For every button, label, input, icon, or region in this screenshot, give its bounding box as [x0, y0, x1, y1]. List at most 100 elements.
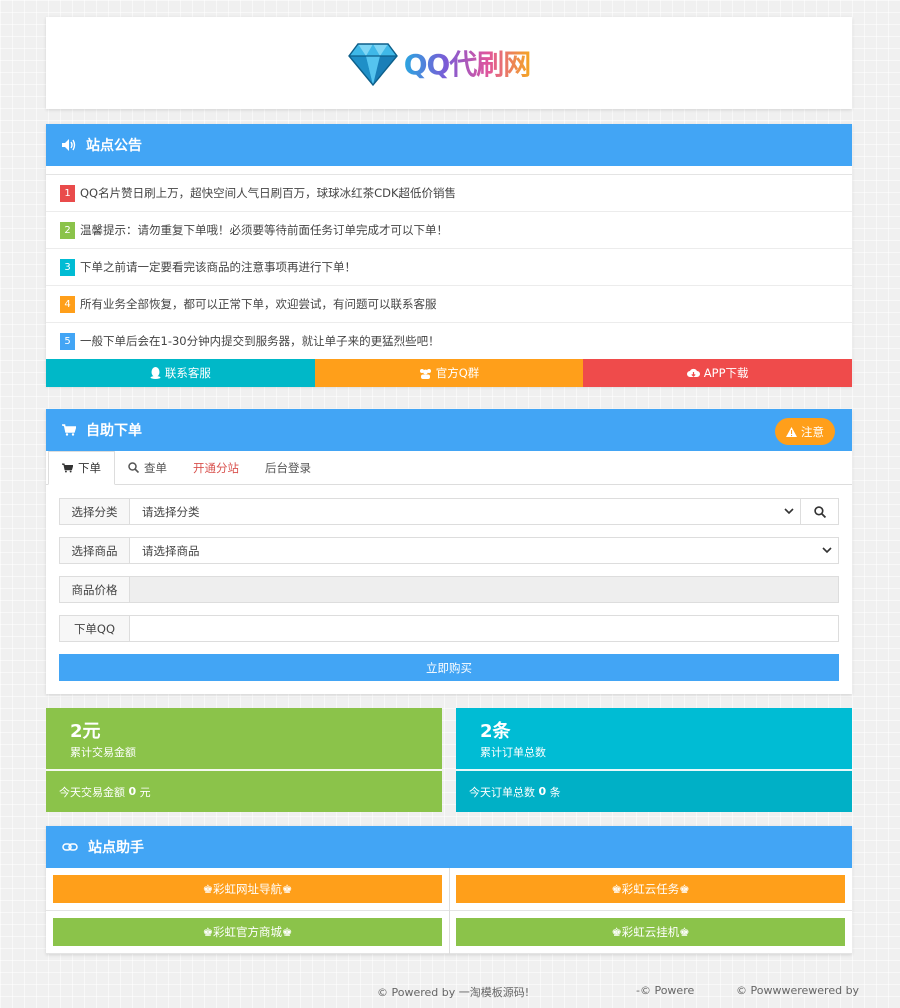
today-amount-unit: 元	[139, 785, 151, 799]
notice-number-badge: 4	[60, 295, 75, 313]
helper-cell: ♚彩虹官方商城♚	[46, 911, 449, 954]
volume-icon	[62, 139, 76, 151]
price-row: 商品价格	[59, 576, 839, 603]
product-row: 选择商品 请选择商品	[59, 537, 839, 564]
tab-admin-login[interactable]: 后台登录	[252, 451, 324, 484]
chevron-down-icon	[784, 508, 794, 515]
order-title: 自助下单	[86, 423, 142, 439]
product-label: 选择商品	[60, 538, 130, 563]
group-icon	[419, 368, 431, 379]
helper-cloud-hang-button[interactable]: ♚彩虹云挂机♚	[456, 918, 845, 946]
notice-text: 一般下单后会在1-30分钟内提交到服务器，就让单子来的更猛烈些吧！	[80, 334, 440, 348]
today-amount-label: 今天交易金额	[59, 785, 125, 799]
helper-nav-button[interactable]: ♚彩虹网址导航♚	[53, 875, 442, 903]
notice-panel: 站点公告 1 QQ名片赞日刷上万，超快空间人气日刷百万，球球冰红茶CDK超低价销…	[46, 124, 853, 387]
category-label: 选择分类	[60, 499, 130, 524]
qq-input[interactable]	[130, 616, 838, 641]
helper-cell: ♚彩虹云任务♚	[449, 868, 852, 911]
attention-button[interactable]: 注意	[775, 418, 835, 445]
today-amount-value: 0	[128, 785, 137, 798]
tab-query-label: 查单	[144, 460, 167, 475]
helper-mall-button[interactable]: ♚彩虹官方商城♚	[53, 918, 442, 946]
cart-icon	[62, 463, 73, 473]
notice-item: 5 一般下单后会在1-30分钟内提交到服务器，就让单子来的更猛烈些吧！	[46, 322, 852, 359]
price-label: 商品价格	[60, 577, 130, 602]
order-tabs: 下单 查单 开通分站 后台登录	[46, 451, 852, 485]
category-select-value: 请选择分类	[142, 504, 200, 519]
logo-panel: QQ代刷网	[46, 17, 852, 109]
category-select[interactable]: 请选择分类	[130, 499, 800, 524]
helper-header: 站点助手	[46, 826, 852, 868]
official-group-label: 官方Q群	[435, 366, 480, 380]
notice-number-badge: 3	[60, 258, 75, 276]
attention-label: 注意	[801, 424, 824, 439]
total-amount-card: 2元 累计交易金额 今天交易金额 0 元	[46, 708, 442, 812]
total-amount-label: 累计交易金额	[70, 746, 136, 759]
notice-number-badge: 5	[60, 332, 75, 350]
notice-item: 4 所有业务全部恢复，都可以正常下单，欢迎尝试，有问题可以联系客服	[46, 285, 852, 322]
site-logo-text: QQ代刷网	[404, 43, 532, 83]
today-orders-value: 0	[538, 785, 547, 798]
search-icon	[813, 505, 826, 518]
product-select-value: 请选择商品	[142, 543, 200, 558]
footer-powered-right: © Powwwerewered by	[736, 984, 860, 997]
app-download-button[interactable]: APP下载	[583, 359, 853, 387]
helper-cell: ♚彩虹云挂机♚	[449, 911, 852, 954]
contact-service-label: 联系客服	[164, 366, 211, 380]
tab-admin-login-label: 后台登录	[265, 460, 311, 475]
helper-panel: 站点助手 ♚彩虹网址导航♚ ♚彩虹云任务♚ ♚彩虹官方商城♚ ♚彩虹云挂机♚	[46, 826, 852, 954]
notice-number-badge: 1	[60, 184, 75, 202]
qq-penguin-icon	[150, 367, 161, 379]
helper-cell: ♚彩虹网址导航♚	[46, 868, 449, 911]
site-logo[interactable]: QQ代刷网	[347, 40, 532, 86]
notice-header: 站点公告	[46, 124, 852, 166]
notice-item: 1 QQ名片赞日刷上万，超快空间人气日刷百万，球球冰红茶CDK超低价销售	[46, 174, 852, 211]
category-row: 选择分类 请选择分类	[59, 498, 839, 525]
official-group-button[interactable]: 官方Q群	[314, 359, 584, 387]
search-icon	[128, 462, 139, 473]
warning-icon	[786, 426, 797, 437]
total-orders-label: 累计订单总数	[480, 746, 546, 759]
order-panel: 自助下单 注意 下单 查单 开通分站 后台登录 选择分类 请选择分类 选择商品 …	[46, 409, 852, 694]
tab-open-substation-label: 开通分站	[193, 460, 239, 475]
price-field	[130, 577, 838, 602]
helper-grid: ♚彩虹网址导航♚ ♚彩虹云任务♚ ♚彩虹官方商城♚ ♚彩虹云挂机♚	[46, 868, 852, 954]
notice-text: 温馨提示：请勿重复下单哦！必须要等待前面任务订单完成才可以下单！	[80, 223, 448, 237]
today-orders-row: 今天订单总数 0 条	[456, 771, 852, 812]
notice-text: 所有业务全部恢复，都可以正常下单，欢迎尝试，有问题可以联系客服	[80, 297, 437, 311]
total-amount-top: 2元 累计交易金额	[46, 708, 442, 771]
product-select[interactable]: 请选择商品	[130, 538, 838, 563]
buy-now-button[interactable]: 立即购买	[59, 654, 839, 681]
diamond-icon	[347, 43, 398, 86]
today-orders-label: 今天订单总数	[469, 785, 535, 799]
qq-row: 下单QQ	[59, 615, 839, 642]
chevron-down-icon	[822, 547, 832, 554]
tab-order-label: 下单	[78, 461, 101, 475]
order-header: 自助下单 注意	[46, 409, 852, 451]
category-search-button[interactable]	[800, 499, 838, 524]
link-icon	[62, 843, 78, 851]
contact-button-row: 联系客服 官方Q群 APP下载	[46, 359, 853, 387]
today-amount-row: 今天交易金额 0 元	[46, 771, 442, 812]
notice-text: 下单之前请一定要看完该商品的注意事项再进行下单！	[80, 260, 356, 274]
helper-cloud-task-button[interactable]: ♚彩虹云任务♚	[456, 875, 845, 903]
footer-powered-left: © Powered by 一淘模板源码!	[377, 986, 530, 999]
tab-open-substation[interactable]: 开通分站	[180, 451, 252, 484]
notice-number-badge: 2	[60, 221, 75, 239]
notice-item: 2 温馨提示：请勿重复下单哦！必须要等待前面任务订单完成才可以下单！	[46, 211, 852, 248]
notice-list: 1 QQ名片赞日刷上万，超快空间人气日刷百万，球球冰红茶CDK超低价销售 2 温…	[46, 174, 852, 359]
footer-powered-middle: -© Powere	[636, 984, 695, 997]
notice-item: 3 下单之前请一定要看完该商品的注意事项再进行下单！	[46, 248, 852, 285]
notice-text: QQ名片赞日刷上万，超快空间人气日刷百万，球球冰红茶CDK超低价销售	[80, 186, 457, 200]
tab-query[interactable]: 查单	[115, 451, 180, 484]
total-amount-value: 2元	[70, 721, 101, 742]
helper-title: 站点助手	[88, 840, 144, 856]
today-orders-unit: 条	[549, 785, 561, 799]
app-download-label: APP下载	[703, 366, 749, 380]
contact-service-button[interactable]: 联系客服	[46, 359, 315, 387]
notice-title: 站点公告	[86, 138, 142, 154]
total-orders-value: 2条	[480, 721, 511, 742]
total-orders-card: 2条 累计订单总数 今天订单总数 0 条	[456, 708, 852, 812]
tab-order[interactable]: 下单	[48, 451, 115, 485]
order-form: 选择分类 请选择分类 选择商品 请选择商品 商品价格 下单QQ 立即购买	[46, 485, 852, 681]
